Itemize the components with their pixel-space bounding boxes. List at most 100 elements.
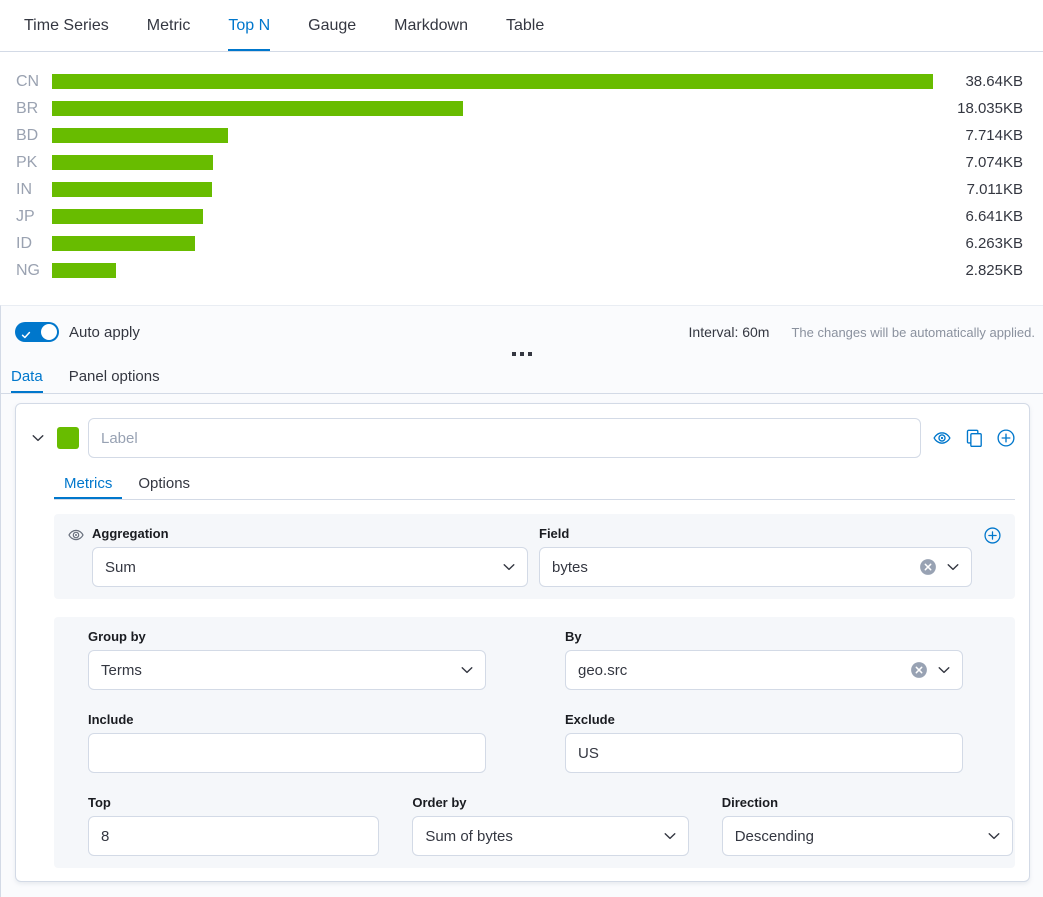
series-card: Metrics Options Aggregation Sum Field — [15, 403, 1030, 882]
bar-value-label: 2.825KB — [933, 262, 1023, 279]
aggregation-select[interactable]: Sum — [92, 547, 528, 587]
series-tabs: Metrics Options — [54, 470, 1015, 500]
bar — [52, 155, 213, 170]
exclude-input[interactable] — [565, 733, 963, 773]
direction-field: Direction Descending — [722, 795, 1013, 856]
interval-text: Interval: 60m — [689, 324, 770, 340]
eye-icon — [68, 527, 84, 543]
bar-track — [52, 101, 933, 116]
series-color-swatch[interactable] — [57, 427, 79, 449]
apply-info: Interval: 60m The changes will be automa… — [689, 324, 1035, 340]
chevron-down-icon — [662, 828, 678, 844]
editor-region: Auto apply Interval: 60m The changes wil… — [0, 305, 1043, 897]
series-collapse-button[interactable] — [30, 430, 46, 446]
top-n-chart: CN 38.64KB BR 18.035KB BD7.714KBPK7.074KB IN 7… — [0, 52, 1043, 305]
direction-select[interactable]: Descending — [722, 816, 1013, 856]
bar-row: NG 2.825KB — [16, 257, 1023, 284]
bar-track — [52, 182, 933, 197]
bar-value-label: 6.263KB — [933, 235, 1023, 252]
resize-dots-icon — [520, 352, 524, 356]
bar-category-label: NG — [16, 262, 52, 280]
clone-series-button[interactable] — [965, 429, 983, 447]
bar — [52, 236, 195, 251]
bar-category-label: BR — [16, 100, 52, 118]
tab-table[interactable]: Table — [506, 0, 544, 51]
chevron-down-icon — [459, 662, 475, 678]
bar-category-label: IN — [16, 181, 52, 199]
bar-value-label: 6.641KB — [933, 208, 1023, 225]
bar-value-label: 7.011KB — [933, 181, 1023, 198]
bar-track — [52, 155, 933, 170]
bar-track — [52, 128, 933, 143]
bar-track — [52, 209, 933, 224]
tab-top-n[interactable]: Top N — [228, 0, 270, 51]
plus-circle-icon — [997, 429, 1015, 447]
top-input[interactable] — [88, 816, 379, 856]
top-field: Top — [88, 795, 379, 856]
bar — [52, 128, 228, 143]
auto-apply-note: The changes will be automatically applie… — [791, 325, 1035, 340]
bar — [52, 101, 463, 116]
bar — [52, 74, 933, 89]
bar — [52, 209, 203, 224]
chevron-down-icon — [945, 559, 961, 575]
tab-time-series[interactable]: Time Series — [24, 0, 109, 51]
include-input[interactable] — [88, 733, 486, 773]
add-metric-button[interactable] — [983, 526, 1001, 544]
bar-track — [52, 236, 933, 251]
check-icon — [21, 327, 31, 345]
tab-panel-options[interactable]: Panel options — [69, 362, 160, 393]
bar-value-label: 38.64KB — [933, 73, 1023, 90]
auto-apply-toggle[interactable] — [15, 322, 59, 342]
chevron-down-icon — [936, 662, 952, 678]
viz-type-tabs: Time Series Metric Top N Gauge Markdown … — [0, 0, 1043, 52]
order-by-label: Order by — [412, 795, 688, 811]
include-field: Include — [88, 712, 486, 773]
tab-markdown[interactable]: Markdown — [394, 0, 468, 51]
by-combobox[interactable]: geo.src — [565, 650, 963, 690]
resize-dots-icon — [512, 352, 516, 356]
chevron-down-icon — [986, 828, 1002, 844]
toggle-knob — [41, 324, 57, 340]
clear-field-button[interactable] — [919, 558, 937, 576]
editor-tabs: Data Panel options — [1, 362, 1043, 394]
by-label: By — [565, 629, 963, 645]
tab-data[interactable]: Data — [11, 362, 43, 393]
bar-value-label: 18.035KB — [933, 100, 1023, 117]
add-series-button[interactable] — [997, 429, 1015, 447]
bar-row: ID6.263KB — [16, 230, 1023, 257]
tab-gauge[interactable]: Gauge — [308, 0, 356, 51]
tab-metric[interactable]: Metric — [147, 0, 191, 51]
clear-by-button[interactable] — [910, 661, 928, 679]
tab-metrics[interactable]: Metrics — [54, 470, 122, 499]
tab-options[interactable]: Options — [128, 470, 200, 499]
copy-icon — [965, 429, 983, 447]
hide-series-button[interactable] — [933, 429, 951, 447]
tsvb-editor: Time Series Metric Top N Gauge Markdown … — [0, 0, 1043, 897]
series-actions — [933, 429, 1015, 447]
panel-resize-handle[interactable] — [1, 346, 1043, 362]
group-by-label: Group by — [88, 629, 486, 645]
field-field: Field bytes — [539, 526, 972, 587]
include-label: Include — [88, 712, 486, 728]
field-label: Field — [539, 526, 972, 542]
exclude-label: Exclude — [565, 712, 963, 728]
series-label-input[interactable] — [88, 418, 921, 458]
group-by-select[interactable]: Terms — [88, 650, 486, 690]
field-combobox[interactable]: bytes — [539, 547, 972, 587]
chevron-down-icon — [30, 430, 46, 446]
bar-track — [52, 74, 933, 89]
by-field: By geo.src — [565, 629, 963, 690]
resize-dots-icon — [528, 352, 532, 356]
order-by-select[interactable]: Sum of bytes — [412, 816, 688, 856]
bar-category-label: CN — [16, 73, 52, 91]
order-by-field: Order by Sum of bytes — [412, 795, 688, 856]
aggregation-label: Aggregation — [92, 526, 528, 542]
bar-row: JP 6.641KB — [16, 203, 1023, 230]
bar-row: PK7.074KB — [16, 149, 1023, 176]
bar-category-label: JP — [16, 208, 52, 226]
top-label: Top — [88, 795, 379, 811]
clear-x-icon — [919, 558, 937, 576]
auto-apply-label: Auto apply — [69, 324, 140, 341]
bar-row: BD7.714KB — [16, 122, 1023, 149]
